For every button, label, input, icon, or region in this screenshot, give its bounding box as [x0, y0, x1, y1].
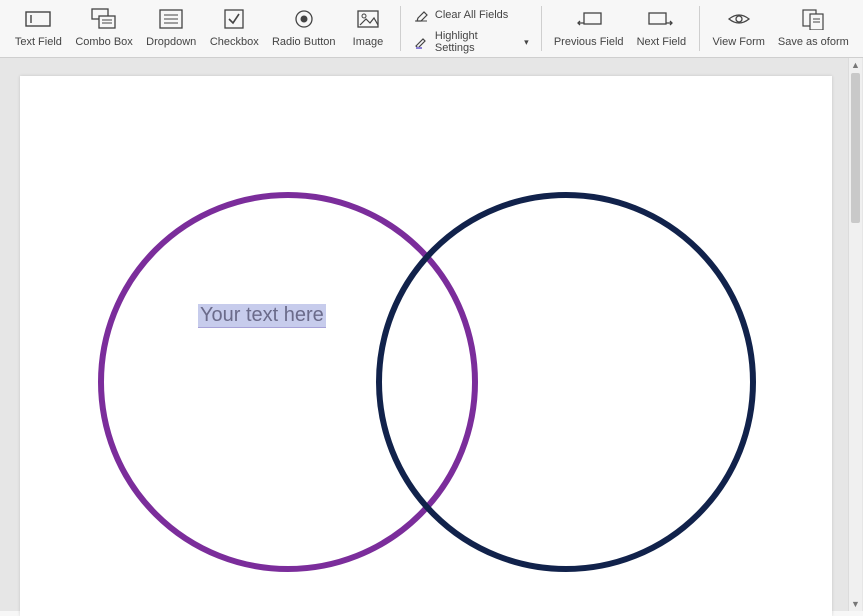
- image-icon: [357, 6, 379, 32]
- combo-box-icon: [91, 6, 117, 32]
- save-as-oform-label: Save as oform: [778, 36, 849, 48]
- document-page[interactable]: Your text here: [20, 76, 832, 616]
- checkbox-button[interactable]: Checkbox: [207, 4, 262, 50]
- vertical-scrollbar[interactable]: ▲ ▼: [848, 58, 862, 611]
- previous-field-label: Previous Field: [554, 36, 624, 48]
- checkbox-label: Checkbox: [210, 36, 259, 48]
- next-field-icon: [648, 6, 674, 32]
- text-field-label: Text Field: [15, 36, 62, 48]
- combo-box-button[interactable]: Combo Box: [73, 4, 136, 50]
- dropdown-button[interactable]: Dropdown: [143, 4, 199, 50]
- previous-field-icon: [576, 6, 602, 32]
- toolbar-separator: [541, 6, 542, 51]
- save-as-oform-icon: [801, 6, 825, 32]
- image-button[interactable]: Image: [346, 4, 390, 50]
- radio-button-icon: [294, 6, 314, 32]
- radio-button-label: Radio Button: [272, 36, 336, 48]
- clear-all-fields-label: Clear All Fields: [435, 9, 508, 21]
- venn-circle-right[interactable]: [376, 192, 756, 572]
- eye-icon: [727, 6, 751, 32]
- eraser-icon: [413, 8, 429, 22]
- text-field-button[interactable]: Text Field: [12, 4, 65, 50]
- text-field-icon: [25, 6, 51, 32]
- field-settings-group: Clear All Fields Highlight Settings ▾: [407, 4, 535, 58]
- image-label: Image: [353, 36, 384, 48]
- view-form-label: View Form: [713, 36, 765, 48]
- scrollbar-thumb[interactable]: [851, 73, 860, 223]
- forms-toolbar: Text Field Combo Box Dropdown Checkbox R…: [0, 0, 863, 58]
- combo-box-label: Combo Box: [75, 36, 132, 48]
- scroll-up-arrow-icon[interactable]: ▲: [849, 58, 862, 72]
- checkbox-icon: [224, 6, 244, 32]
- save-as-oform-button[interactable]: Save as oform: [776, 4, 851, 50]
- highlight-settings-button[interactable]: Highlight Settings ▾: [409, 28, 533, 56]
- previous-field-button[interactable]: Previous Field: [552, 4, 626, 50]
- next-field-label: Next Field: [637, 36, 687, 48]
- text-field-placeholder: Your text here: [200, 304, 324, 326]
- document-workspace: Your text here ▲ ▼: [0, 58, 863, 611]
- scroll-down-arrow-icon[interactable]: ▼: [849, 597, 862, 611]
- highlight-icon: [413, 35, 429, 49]
- toolbar-separator: [699, 6, 700, 51]
- clear-all-fields-button[interactable]: Clear All Fields: [409, 6, 533, 24]
- highlight-settings-label: Highlight Settings: [435, 30, 514, 54]
- toolbar-separator: [400, 6, 401, 51]
- dropdown-icon: [159, 6, 183, 32]
- radio-button-button[interactable]: Radio Button: [270, 4, 338, 50]
- dropdown-label: Dropdown: [146, 36, 196, 48]
- view-form-button[interactable]: View Form: [710, 4, 768, 50]
- next-field-button[interactable]: Next Field: [634, 4, 689, 50]
- form-text-field[interactable]: Your text here: [198, 304, 326, 328]
- chevron-down-icon: ▾: [524, 37, 529, 48]
